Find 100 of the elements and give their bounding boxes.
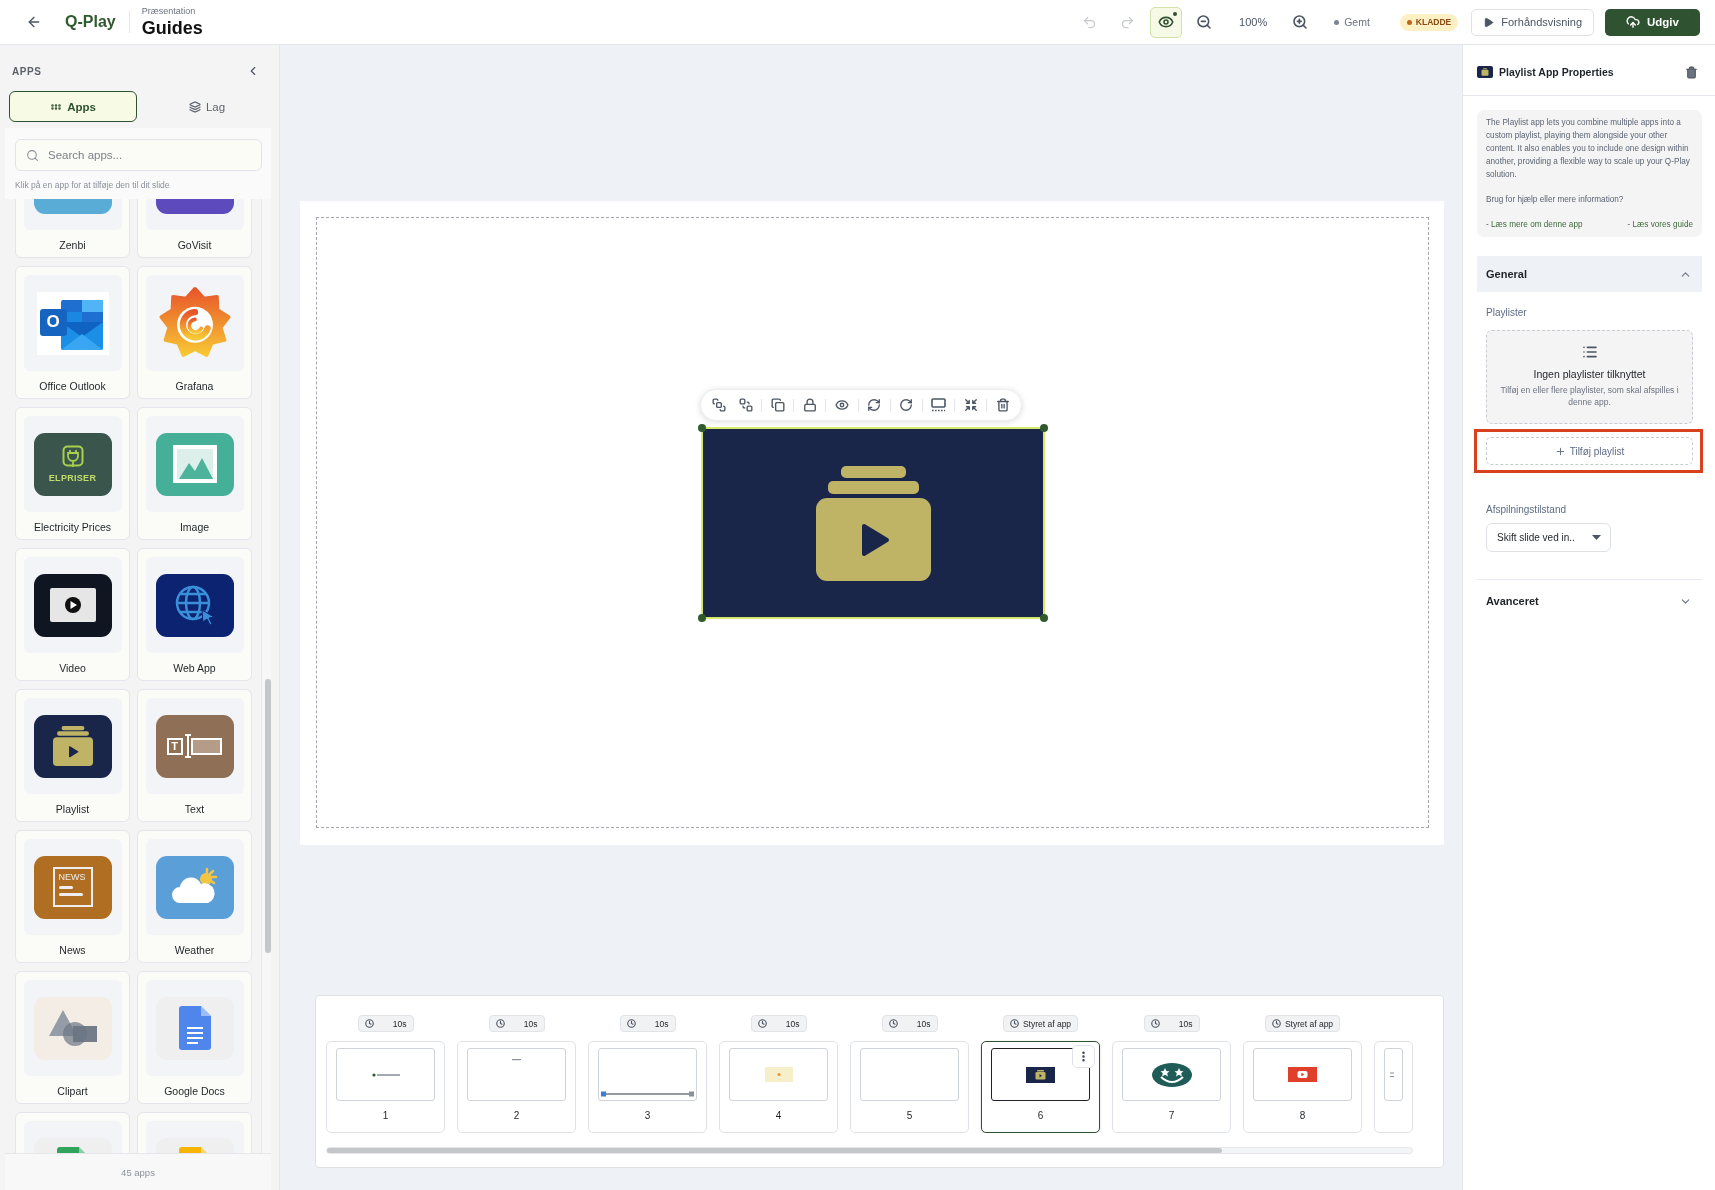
- preview-button[interactable]: Forhåndsvisning: [1471, 8, 1594, 36]
- resize-handle[interactable]: [698, 614, 706, 622]
- duration-badge[interactable]: 10s: [1143, 1015, 1200, 1032]
- app-card[interactable]: O Office Outlook: [15, 266, 130, 399]
- resize-handle[interactable]: [698, 424, 706, 432]
- wordmark-icon: [371, 1072, 400, 1077]
- help-link[interactable]: - Læs vores guide: [1627, 218, 1693, 231]
- scrollbar-thumb[interactable]: [327, 1148, 1222, 1153]
- slide-number: 3: [644, 1110, 651, 1121]
- app-name: Web App: [173, 662, 216, 674]
- app-name: News: [59, 944, 86, 956]
- video-play-icon: [1288, 1067, 1317, 1082]
- list-icon: [1581, 344, 1598, 360]
- slide-card[interactable]: 6: [981, 1041, 1100, 1133]
- duration-badge[interactable]: Styret af app: [1264, 1015, 1341, 1032]
- caret-down-icon: [1592, 535, 1601, 540]
- clock-icon: [1271, 1019, 1281, 1028]
- panel-tab[interactable]: Apps: [9, 91, 137, 122]
- panel-tab[interactable]: Lag: [143, 91, 271, 122]
- status-dot-icon: [1334, 19, 1340, 25]
- app-name: Image: [179, 521, 210, 533]
- app-card[interactable]: NEWS News: [15, 830, 130, 963]
- app-card[interactable]: Clipart: [15, 971, 130, 1104]
- section-header[interactable]: General: [1477, 256, 1702, 292]
- app-card[interactable]: Image: [137, 407, 252, 540]
- refresh-icon: [867, 398, 882, 412]
- slide-card[interactable]: 1: [326, 1041, 445, 1133]
- playback-mode-select[interactable]: Skift slide ved in..: [1486, 523, 1611, 552]
- resize-handle[interactable]: [1040, 614, 1048, 622]
- app-name: Google Docs: [164, 1085, 225, 1097]
- banner-icon: [764, 1067, 793, 1082]
- app-name: Playlist: [55, 803, 90, 815]
- slide-card[interactable]: 8: [1243, 1041, 1362, 1133]
- duration-badge[interactable]: 10s: [488, 1015, 545, 1032]
- app-card[interactable]: Web App: [137, 548, 252, 681]
- undo-icon: [1081, 14, 1097, 30]
- text-lines-icon: [1390, 1071, 1394, 1078]
- logo-letter: O: [39, 308, 67, 336]
- app-card[interactable]: Playlist: [15, 689, 130, 822]
- duration-badge[interactable]: 10s: [357, 1015, 414, 1032]
- progress-bar-icon: [601, 1091, 694, 1097]
- layout-icon: [931, 398, 946, 412]
- app-count: 45 apps: [121, 1166, 155, 1178]
- slide-card[interactable]: 7: [1112, 1041, 1231, 1133]
- resize-handle[interactable]: [1040, 424, 1048, 432]
- app-card[interactable]: Google Docs: [137, 971, 252, 1104]
- app-logo[interactable]: Q-Play: [65, 13, 116, 31]
- app-card[interactable]: ELPRISER Electricity Prices: [15, 407, 130, 540]
- duration-badge[interactable]: 10s: [881, 1015, 938, 1032]
- help-text: Brug for hjælp eller mere information?: [1486, 194, 1625, 206]
- duration-badge[interactable]: 10s: [619, 1015, 676, 1032]
- app-name: Clipart: [57, 1085, 88, 1097]
- duration-text: Styret af app: [1022, 1018, 1072, 1029]
- star-eyes-face-icon: [1151, 1062, 1192, 1087]
- app-card[interactable]: Video: [15, 548, 130, 681]
- slide-number: 6: [1037, 1110, 1044, 1121]
- panel-heading: APPS: [12, 65, 42, 77]
- eye-icon: [835, 398, 850, 412]
- slide-number: 4: [775, 1110, 782, 1121]
- duration-text: Styret af app: [1284, 1018, 1334, 1029]
- playlist-icon: [1026, 1066, 1055, 1083]
- help-link[interactable]: - Læs mere om denne app: [1486, 218, 1583, 231]
- app-card[interactable]: Grafana: [137, 266, 252, 399]
- lock-icon: [802, 398, 817, 412]
- slide-number: 7: [1168, 1110, 1175, 1121]
- slide-card[interactable]: 2: [457, 1041, 576, 1133]
- slide-card[interactable]: 4: [719, 1041, 838, 1133]
- slide-card[interactable]: 5: [850, 1041, 969, 1133]
- video-player-icon: [33, 573, 112, 637]
- logo-letter: T: [166, 737, 183, 755]
- slide-number: 2: [513, 1110, 520, 1121]
- add-playlist-button[interactable]: Tilføj playlist: [1486, 437, 1693, 465]
- app-card[interactable]: T Text: [137, 689, 252, 822]
- duration-text: 10s: [785, 1018, 800, 1029]
- text-cursor-field-icon: [182, 734, 223, 758]
- cloud-sun-icon: [155, 855, 234, 919]
- badge-text: KLADDE: [1415, 17, 1452, 27]
- clock-icon: [626, 1019, 636, 1028]
- shrink-icon: [963, 398, 978, 412]
- duration-text: 10s: [1178, 1018, 1193, 1029]
- app-card[interactable]: GoVisit: [137, 199, 252, 258]
- app-card[interactable]: Zenbi: [15, 199, 130, 258]
- publish-button[interactable]: Udgiv: [1605, 8, 1700, 36]
- field-label: Playlister: [1486, 307, 1528, 319]
- envelope-icon: [60, 299, 103, 350]
- search-field[interactable]: Search apps...: [15, 139, 262, 171]
- duration-badge[interactable]: 10s: [750, 1015, 807, 1032]
- app-name: Office Outlook: [39, 380, 106, 392]
- duration-text: 10s: [392, 1018, 407, 1029]
- playlist-app-element[interactable]: [701, 427, 1045, 619]
- slide-card[interactable]: 3: [588, 1041, 707, 1133]
- section-header[interactable]: Avanceret: [1477, 581, 1702, 621]
- scrollbar-thumb[interactable]: [265, 679, 271, 953]
- preview-toggle[interactable]: [1150, 6, 1183, 38]
- duration-badge[interactable]: Styret af app: [1002, 1015, 1079, 1032]
- copy-icon: [770, 398, 785, 412]
- bring-forward-icon: [712, 398, 726, 412]
- more-button[interactable]: [1072, 1045, 1095, 1068]
- app-card[interactable]: Weather: [137, 830, 252, 963]
- breadcrumb[interactable]: Præsentation: [141, 5, 203, 17]
